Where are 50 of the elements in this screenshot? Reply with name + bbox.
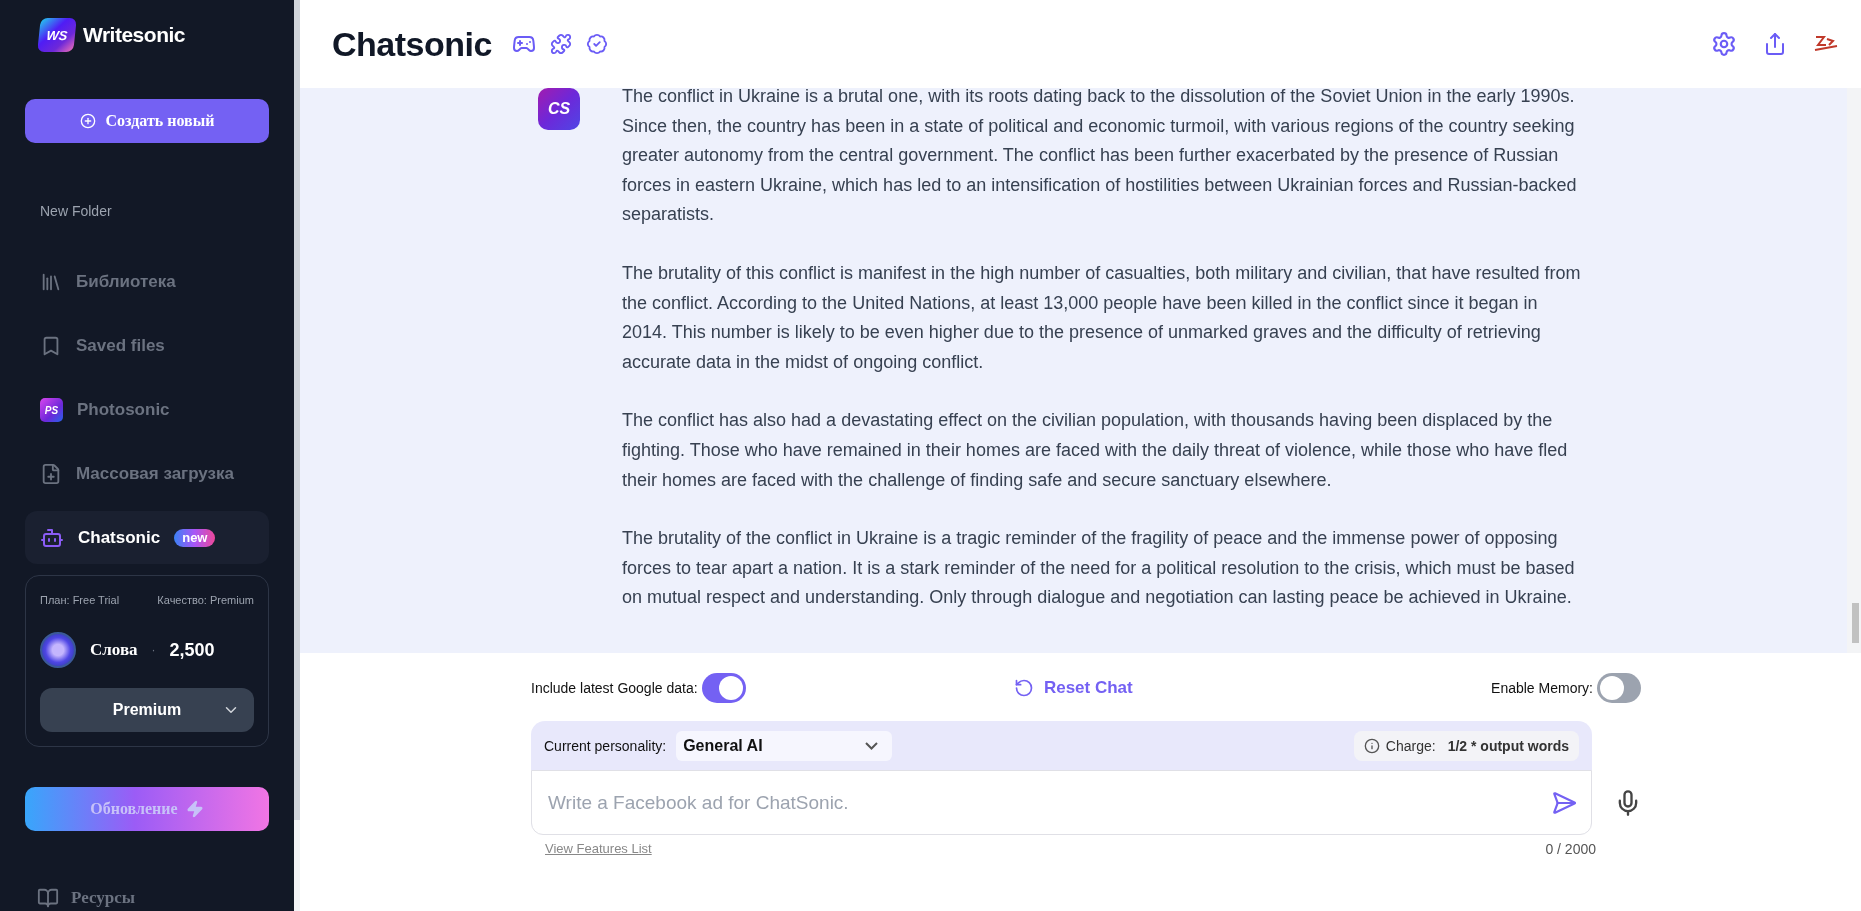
reset-icon [1013, 678, 1034, 698]
message-input-box[interactable]: Write a Facebook ad for ChatSonic. [531, 770, 1592, 835]
logo-icon: WS [37, 18, 77, 52]
info-icon [1363, 737, 1380, 754]
message-paragraph: The brutality of this conflict is manifest in the high number of casualties, both military and civilian, that have resulted from the conflict. According to the United Nations, at least 13,000 people have been killed in the conflict since it began in 2014. This number is likely to be even higher due to the presence of unmarked graves and the difficulty of retrieving accurate data in the midst of ongoing conflict. [622, 261, 1582, 374]
sidebar-item[interactable]: Библиотека [25, 255, 269, 309]
bot-avatar: CS [538, 88, 580, 130]
toggle-label: Enable Memory: [1491, 680, 1593, 696]
sidebar-item[interactable]: Chatsonic new [25, 511, 269, 564]
words-label: Слова [90, 640, 138, 660]
features-link[interactable]: View Features List [545, 841, 652, 857]
upgrade-button[interactable]: Обновление [25, 787, 269, 831]
character-counter: 0 / 2000 [1545, 841, 1596, 857]
puzzle-icon[interactable] [549, 33, 572, 55]
plus-icon [79, 113, 96, 129]
personality-label: Current personality: [544, 737, 667, 754]
message-paragraph: The conflict has also had a devastating effect on the civilian population, with thousands having been displaced by the fighting. Those who have remained in their homes are faced with the daily threat of violence, while those who have fled their homes are faced with the challenge of finding safe and secure sanctuary elsewhere. [622, 409, 1569, 492]
library-icon [40, 271, 62, 293]
sidebar-item[interactable]: Массовая загрузка [25, 447, 269, 501]
google-data-toggle[interactable] [701, 673, 746, 703]
memory-toggle[interactable] [1597, 673, 1641, 703]
lightning-icon [185, 800, 204, 818]
plan-dropdown[interactable]: Premium [40, 688, 254, 732]
page-title: Chatsonic [332, 24, 492, 64]
brand-name: Writesonic [83, 23, 185, 47]
chevron-down-icon [865, 741, 879, 750]
new-badge: new [174, 528, 216, 547]
charge-info: Charge: 1/2 * output words [1353, 730, 1579, 761]
personality-dropdown[interactable]: General AI [676, 730, 893, 761]
send-icon[interactable] [1551, 789, 1577, 816]
toggle-label: Include latest Google data: [531, 680, 698, 696]
folder-label: New Folder [40, 203, 113, 221]
settings-icon[interactable] [1711, 31, 1737, 57]
badge-icon[interactable] [585, 33, 608, 55]
file-plus-icon [40, 463, 62, 485]
coin-icon [40, 632, 76, 668]
message-paragraph: The brutality of the conflict in Ukraine is a tragic reminder of the fragility of peace and the immense power of opposing forces to tear apart a nation. It is a stark reminder of the need for a political resolution to the crisis, which must be based on mutual respect and understanding. Only through dialogue and negotiation can lasting peace be achieved in Ukraine. [622, 527, 1576, 610]
share-icon[interactable] [1763, 32, 1787, 56]
quality-label: Качество: Premium [157, 594, 254, 606]
plan-label: План: Free Trial [40, 594, 120, 606]
reset-chat-button[interactable]: Reset Chat [1007, 677, 1139, 699]
separator: · [151, 643, 156, 657]
create-button[interactable]: Создать новый [25, 99, 269, 143]
message-paragraph: The conflict in Ukraine is a brutal one, with its roots dating back to the dissolution of the Soviet Union in the early 1990s. Since then, the country has been in a state of political and economic turmoil, with various regions of the country seeking greater autonomy from the central government. The conflict has been further exacerbated by the presence of Russian forces in eastern Ukraine, which has led to an intensification of hostilities between Ukrainian forces and Russian-backed separatists. [622, 88, 1578, 227]
sidebar-item[interactable]: Saved files [25, 319, 269, 373]
resources-link[interactable]: Ресурсы [37, 887, 269, 909]
book-icon [37, 887, 59, 909]
words-count: 2,500 [169, 639, 215, 661]
photo-app-icon: PS [40, 398, 63, 422]
sidebar-item[interactable]: PS Photosonic [25, 383, 269, 437]
